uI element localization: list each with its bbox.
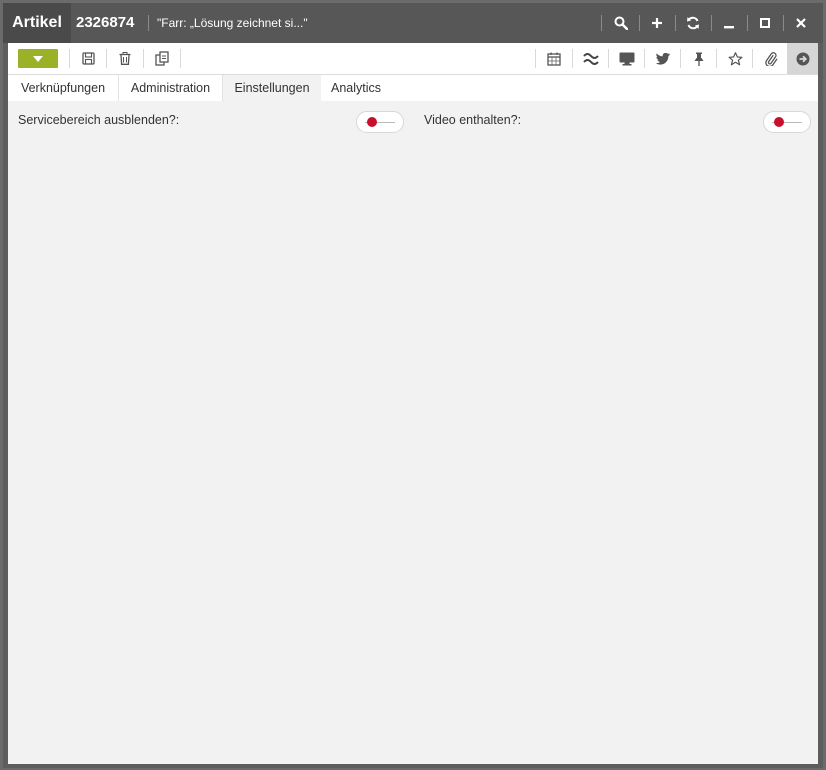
- close-icon: [796, 18, 806, 28]
- favorite-button[interactable]: [717, 43, 753, 74]
- calendar-icon: [547, 52, 561, 66]
- video-included-label: Video enthalten?:: [424, 113, 522, 127]
- pin-icon: [694, 52, 704, 66]
- toggle-knob: [774, 117, 784, 127]
- search-icon: [614, 16, 628, 30]
- monitor-button[interactable]: [609, 43, 645, 74]
- toggle-knob: [367, 117, 377, 127]
- toolbar-divider: [180, 49, 181, 68]
- minimize-button[interactable]: [712, 3, 746, 43]
- twitter-icon: [656, 52, 670, 65]
- wave-icon: [583, 52, 599, 65]
- delete-button[interactable]: [107, 43, 143, 74]
- dropdown-caret-icon: [33, 55, 43, 62]
- save-icon: [81, 52, 95, 65]
- title-divider: [601, 15, 602, 31]
- tab-analytics[interactable]: Analytics: [321, 75, 391, 101]
- title-bar: Artikel 2326874 "Farr: „Lösung zeichnet …: [3, 3, 823, 43]
- toolbar: [8, 43, 818, 75]
- record-id: 2326874: [76, 14, 135, 31]
- search-button[interactable]: [604, 3, 638, 43]
- paperclip-icon: [765, 51, 778, 66]
- actions-dropdown-button[interactable]: [18, 49, 58, 68]
- close-button[interactable]: [784, 3, 818, 43]
- plus-icon: [652, 18, 662, 28]
- title-divider: [148, 15, 149, 31]
- refresh-button[interactable]: [676, 3, 710, 43]
- go-forward-button[interactable]: [787, 43, 818, 74]
- video-included-toggle[interactable]: [763, 111, 811, 133]
- tab-einstellungen[interactable]: Einstellungen: [223, 75, 321, 101]
- attachment-button[interactable]: [753, 43, 789, 74]
- refresh-icon: [687, 16, 699, 30]
- settings-panel: Servicebereich ausblenden?: Video enthal…: [8, 101, 818, 764]
- save-button[interactable]: [70, 43, 106, 74]
- arrow-right-circle-icon: [796, 52, 809, 65]
- monitor-icon: [619, 52, 635, 65]
- star-icon: [728, 51, 742, 65]
- trash-icon: [119, 52, 131, 65]
- document-title: "Farr: „Lösung zeichnet si...": [157, 16, 308, 30]
- tab-verknuepfungen[interactable]: Verknüpfungen: [8, 75, 119, 101]
- minimize-icon: [724, 26, 734, 29]
- service-area-label: Servicebereich ausblenden?:: [18, 113, 180, 127]
- add-button[interactable]: [640, 3, 674, 43]
- maximize-icon: [760, 18, 770, 28]
- app-label: Artikel: [3, 3, 71, 43]
- twitter-button[interactable]: [645, 43, 681, 74]
- calendar-button[interactable]: [536, 43, 572, 74]
- copy-icon: [154, 51, 169, 66]
- maximize-button[interactable]: [748, 3, 782, 43]
- article-window: Artikel 2326874 "Farr: „Lösung zeichnet …: [3, 3, 823, 768]
- service-area-toggle[interactable]: [356, 111, 404, 133]
- tab-administration[interactable]: Administration: [119, 75, 223, 101]
- tab-bar: Verknüpfungen Administration Einstellung…: [8, 75, 818, 101]
- copy-button[interactable]: [144, 43, 180, 74]
- pin-button[interactable]: [681, 43, 717, 74]
- wave-button[interactable]: [573, 43, 609, 74]
